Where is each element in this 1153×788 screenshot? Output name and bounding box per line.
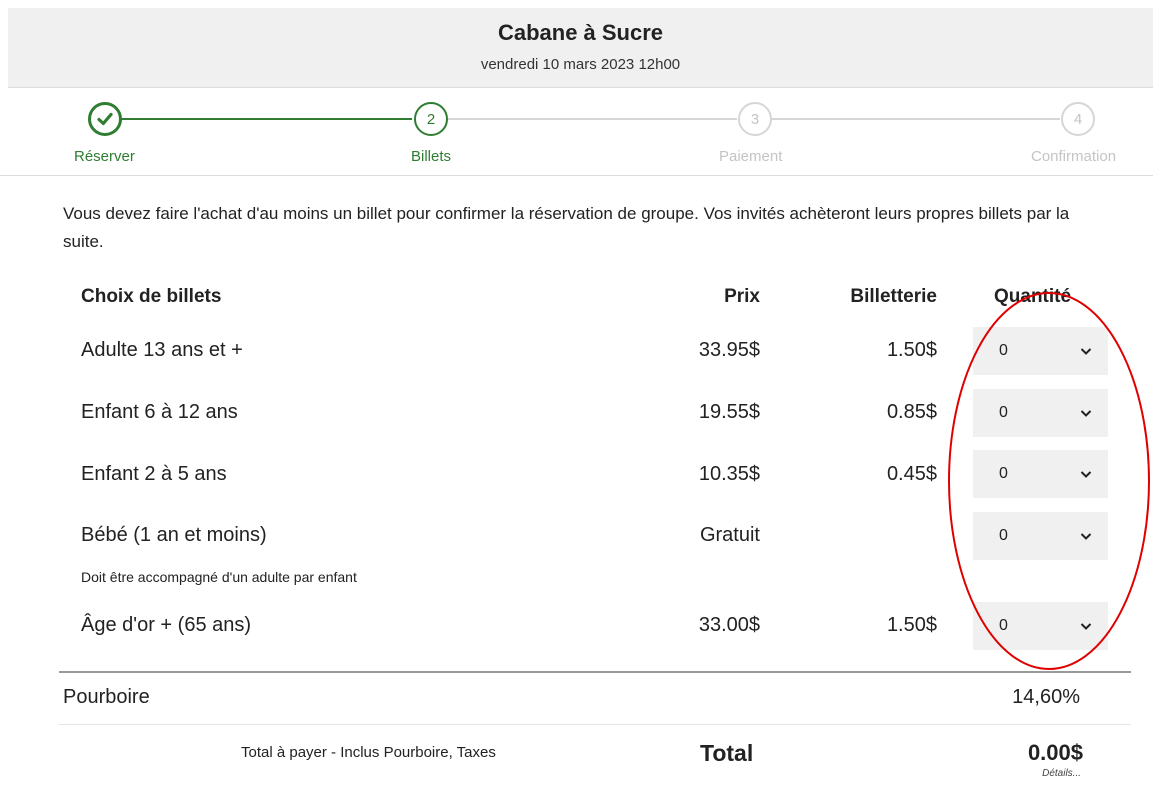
step-2-circle: 2: [414, 102, 448, 136]
chevron-down-icon: [1080, 533, 1092, 540]
ticket-price: 10.35$: [698, 463, 760, 485]
chevron-down-icon: [1080, 471, 1092, 478]
ticket-name: Enfant 2 à 5 ans: [81, 463, 227, 485]
ticket-fee: 1.50$: [886, 339, 937, 361]
intro-text: Vous devez faire l'achat d'au moins un b…: [63, 204, 1070, 251]
ticket-price: 33.95$: [698, 339, 760, 361]
total-amount: 0.00$: [1027, 740, 1083, 765]
table-divider: [59, 671, 1131, 673]
progress-stepper: 2 3 4 Réserver Billets Paiement Confirma…: [0, 87, 1153, 176]
ticket-price: 19.55$: [698, 401, 760, 423]
step-4-circle: 4: [1061, 102, 1095, 136]
ticket-note: Doit être accompagné d'un adulte par enf…: [81, 569, 357, 585]
quantity-select-enfant-6-12[interactable]: 0: [973, 389, 1108, 437]
event-title: Cabane à Sucre: [497, 20, 664, 45]
step-connector: [107, 118, 412, 120]
event-header: Cabane à Sucre vendredi 10 mars 2023 12h…: [8, 8, 1153, 88]
ticket-price: 33.00$: [698, 614, 760, 636]
step-label-billets: Billets: [411, 148, 452, 165]
ticket-name: Bébé (1 an et moins): [81, 524, 267, 546]
ticket-name: Enfant 6 à 12 ans: [81, 401, 238, 423]
step-3-circle: 3: [738, 102, 772, 136]
quantity-select-adulte[interactable]: 0: [973, 327, 1108, 375]
step-1-circle: [88, 102, 122, 136]
quantity-value: 0: [999, 342, 1008, 359]
ticket-fee: 1.50$: [886, 614, 937, 636]
step-label-reserver[interactable]: Réserver: [74, 148, 135, 165]
total-description: Total à payer - Inclus Pourboire, Taxes: [241, 744, 496, 761]
quantity-select-enfant-2-5[interactable]: 0: [973, 450, 1108, 498]
step-connector: [446, 118, 737, 120]
details-link[interactable]: Détails...: [980, 768, 1081, 779]
ticket-price: Gratuit: [699, 524, 760, 546]
quantity-value: 0: [999, 404, 1008, 421]
chevron-down-icon: [1080, 623, 1092, 630]
tip-label: Pourboire: [63, 686, 150, 708]
tip-value: 14,60%: [1012, 686, 1080, 708]
total-label: Total: [700, 740, 754, 766]
quantity-select-age-dor[interactable]: 0: [973, 602, 1108, 650]
tip-divider: [59, 724, 1131, 725]
ticket-name: Adulte 13 ans et +: [81, 339, 243, 361]
chevron-down-icon: [1080, 348, 1092, 355]
checkmark-icon: [97, 112, 113, 126]
quantity-select-bebe[interactable]: 0: [973, 512, 1108, 560]
ticket-fee: 0.45$: [886, 463, 937, 485]
quantity-value: 0: [999, 465, 1008, 482]
header-choice: Choix de billets: [81, 286, 222, 307]
step-connector: [771, 118, 1060, 120]
header-fee: Billetterie: [850, 286, 937, 307]
quantity-value: 0: [999, 617, 1008, 634]
event-date: vendredi 10 mars 2023 12h00: [480, 56, 681, 73]
ticket-fee: 0.85$: [886, 401, 937, 423]
quantity-value: 0: [999, 527, 1008, 544]
ticket-name: Âge d'or + (65 ans): [81, 614, 252, 636]
step-label-confirmation: Confirmation: [1031, 148, 1117, 165]
chevron-down-icon: [1080, 410, 1092, 417]
step-label-paiement: Paiement: [719, 148, 783, 165]
header-price: Prix: [724, 286, 760, 307]
header-quantity: Quantité: [994, 286, 1072, 307]
